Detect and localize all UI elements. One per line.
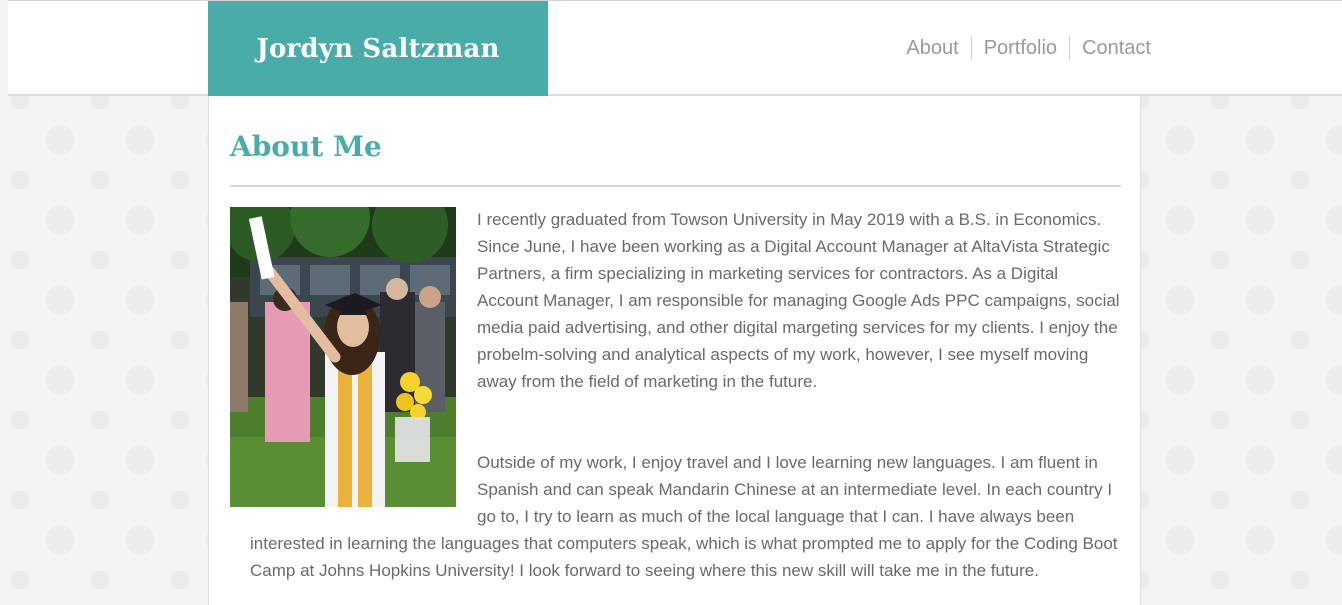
brand-block[interactable]: Jordyn Saltzman	[208, 1, 548, 96]
nav-link-about[interactable]: About	[894, 36, 970, 60]
brand-name[interactable]: Jordyn Saltzman	[256, 34, 499, 64]
about-text: I recently graduated from Towson Univers…	[230, 206, 1120, 584]
main-nav: About Portfolio Contact	[894, 36, 1151, 60]
nav-link-portfolio[interactable]: Portfolio	[970, 36, 1069, 60]
profile-photo	[230, 207, 456, 507]
about-section: About Me I recently graduated from Towso…	[208, 96, 1141, 605]
page-title: About Me	[230, 130, 382, 163]
title-divider	[230, 185, 1121, 187]
nav-link-contact[interactable]: Contact	[1069, 36, 1151, 60]
site-header: Jordyn Saltzman About Portfolio Contact	[8, 0, 1342, 96]
